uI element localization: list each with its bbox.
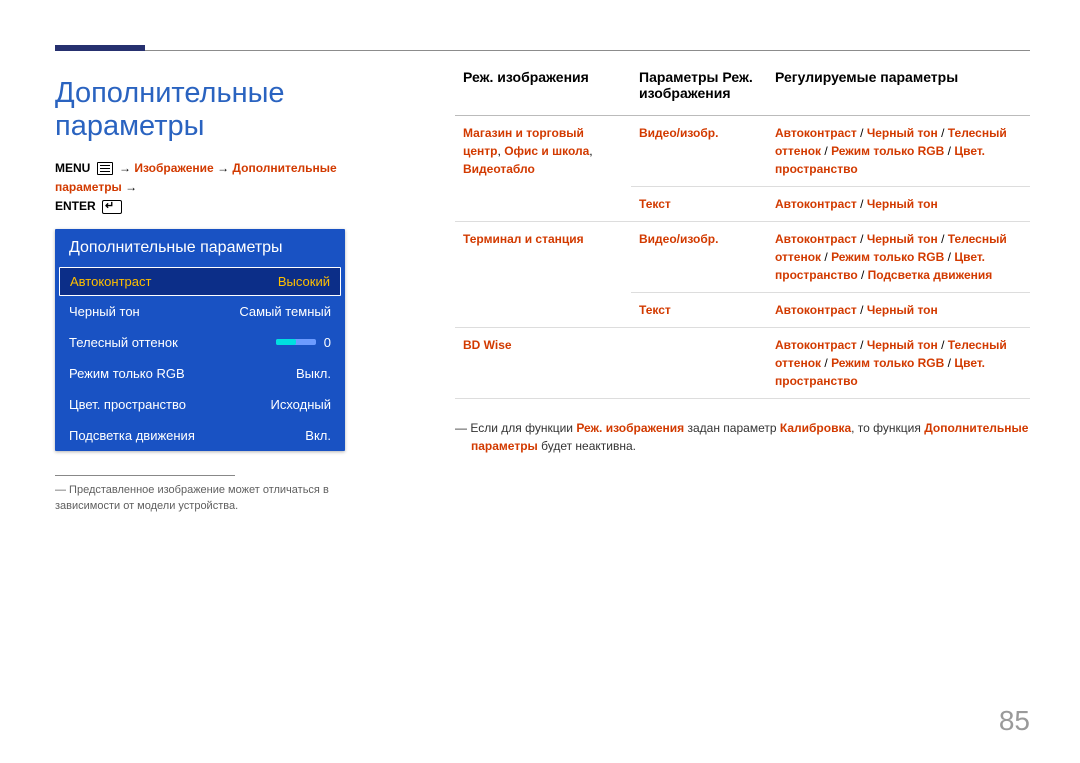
osd-row-value: Самый темный bbox=[239, 304, 331, 319]
cell-mode-param: Видео/изобр. bbox=[631, 116, 767, 187]
osd-row-value: 0 bbox=[276, 335, 331, 350]
osd-title: Дополнительные параметры bbox=[55, 229, 345, 267]
osd-row-value: Высокий bbox=[278, 274, 330, 289]
col-picture-mode-params: Параметры Реж. изображения bbox=[631, 69, 767, 116]
osd-row-1[interactable]: Черный тон Самый темный bbox=[55, 296, 345, 327]
osd-row-3[interactable]: Режим только RGB Выкл. bbox=[55, 358, 345, 389]
cell-adjustable: Автоконтраст / Черный тон / Телесный отт… bbox=[767, 116, 1030, 187]
cell-mode-param: Текст bbox=[631, 187, 767, 222]
header-rule bbox=[55, 50, 1030, 51]
cell-mode-param bbox=[631, 328, 767, 399]
osd-row-label: Телесный оттенок bbox=[69, 335, 178, 350]
breadcrumb-image: Изображение bbox=[134, 161, 213, 175]
osd-row-0[interactable]: Автоконтраст Высокий bbox=[59, 267, 341, 296]
col-adjustable-params: Регулируемые параметры bbox=[767, 69, 1030, 116]
breadcrumb-menu: MENU bbox=[55, 161, 90, 175]
osd-row-value: Исходный bbox=[270, 397, 331, 412]
osd-row-label: Цвет. пространство bbox=[69, 397, 186, 412]
osd-row-4[interactable]: Цвет. пространство Исходный bbox=[55, 389, 345, 420]
cell-mode-param: Текст bbox=[631, 293, 767, 328]
osd-row-2[interactable]: Телесный оттенок 0 bbox=[55, 327, 345, 358]
cell-adjustable: Автоконтраст / Черный тон bbox=[767, 187, 1030, 222]
osd-panel: Дополнительные параметры Автоконтраст Выс… bbox=[55, 229, 345, 451]
menu-icon bbox=[97, 162, 113, 175]
osd-row-label: Режим только RGB bbox=[69, 366, 185, 381]
slider-icon bbox=[276, 339, 316, 345]
enter-icon bbox=[102, 200, 122, 214]
breadcrumb-enter: ENTER bbox=[55, 199, 96, 213]
page-number: 85 bbox=[999, 705, 1030, 737]
cell-mode-param: Видео/изобр. bbox=[631, 222, 767, 293]
breadcrumb: MENU → Изображение → Дополнительные пара… bbox=[55, 159, 395, 217]
cell-picture-mode: Магазин и торговый центр, Офис и школа, … bbox=[455, 116, 631, 222]
cell-picture-mode: Терминал и станция bbox=[455, 222, 631, 328]
osd-row-value: Выкл. bbox=[281, 366, 331, 381]
cell-adjustable: Автоконтраст / Черный тон bbox=[767, 293, 1030, 328]
col-picture-mode: Реж. изображения bbox=[455, 69, 631, 116]
osd-row-5[interactable]: Подсветка движения Вкл. bbox=[55, 420, 345, 451]
osd-row-label: Черный тон bbox=[69, 304, 140, 319]
table-row: Терминал и станцияВидео/изобр.Автоконтра… bbox=[455, 222, 1030, 293]
page-title: Дополнительные параметры bbox=[55, 77, 395, 143]
table-row: Магазин и торговый центр, Офис и школа, … bbox=[455, 116, 1030, 187]
table-row: BD Wise Автоконтраст / Черный тон / Телес… bbox=[455, 328, 1030, 399]
cell-picture-mode: BD Wise bbox=[455, 328, 631, 399]
params-table: Реж. изображения Параметры Реж. изображе… bbox=[455, 69, 1030, 399]
cell-adjustable: Автоконтраст / Черный тон / Телесный отт… bbox=[767, 222, 1030, 293]
osd-row-label: Подсветка движения bbox=[69, 428, 195, 443]
footnote-separator bbox=[55, 475, 235, 476]
osd-row-value: Вкл. bbox=[281, 428, 331, 443]
cell-adjustable: Автоконтраст / Черный тон / Телесный отт… bbox=[767, 328, 1030, 399]
footnote: ― Представленное изображение может отлич… bbox=[55, 482, 395, 515]
calibration-note: ― Если для функции Реж. изображения зада… bbox=[455, 419, 1030, 455]
osd-row-label: Автоконтраст bbox=[70, 274, 151, 289]
